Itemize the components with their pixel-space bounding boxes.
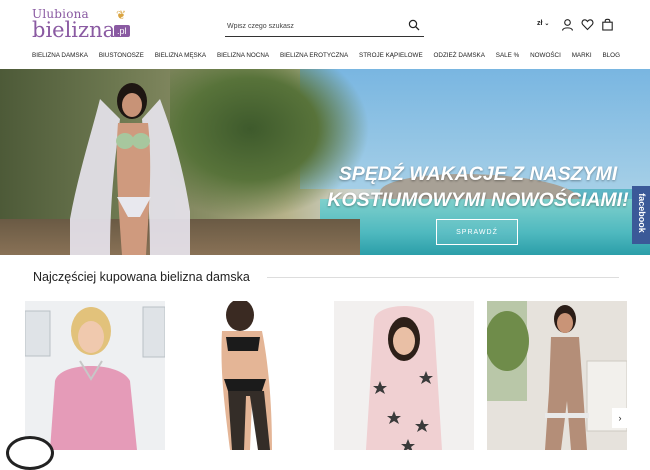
product-card[interactable] <box>25 301 165 450</box>
nav-odziez-damska[interactable]: ODZIEŻ DAMSKA <box>434 52 485 64</box>
product-image <box>366 306 442 450</box>
search-input[interactable] <box>227 18 397 34</box>
nav-nowosci[interactable]: NOWOŚCI <box>530 52 561 64</box>
search-bar <box>225 16 424 37</box>
nav-bielizna-nocna[interactable]: BIELIZNA NOCNA <box>217 52 269 64</box>
cookie-badge[interactable] <box>6 436 54 470</box>
chevron-right-icon: › <box>618 413 622 423</box>
chevron-down-icon: ⌄ <box>544 21 550 27</box>
banner-headline: SPĘDŹ WAKACJE Z NASZYMI KOSTIUMOWYMI NOW… <box>318 161 638 213</box>
product-image <box>25 306 165 450</box>
product-card[interactable] <box>487 301 627 450</box>
nav-stroje-kapielowe[interactable]: STROJE KĄPIELOWE <box>359 52 423 64</box>
nav-bielizna-erotyczna[interactable]: BIELIZNA EROTYCZNA <box>280 52 348 64</box>
carousel-next-button[interactable]: › <box>612 408 628 428</box>
product-image <box>221 301 272 450</box>
banner-headline-line2: KOSTIUMOWYMI NOWOŚCIAMI! <box>327 189 629 211</box>
facebook-label: facebook <box>637 193 647 233</box>
facebook-side-tab[interactable]: facebook <box>632 186 650 244</box>
hero-banner[interactable]: SPĘDŹ WAKACJE Z NASZYMI KOSTIUMOWYMI NOW… <box>0 69 650 255</box>
nav-sale[interactable]: SALE % <box>496 52 519 64</box>
section-divider <box>267 277 619 278</box>
currency-label: zł <box>537 20 543 27</box>
logo-main-text: bielizna <box>32 18 116 42</box>
search-icon[interactable] <box>408 19 420 31</box>
section-title: Najczęściej kupowana bielizna damska <box>33 270 250 284</box>
product-card[interactable] <box>334 301 474 450</box>
banner-model-image <box>70 83 190 255</box>
nav-marki[interactable]: MARKI <box>572 52 592 64</box>
nav-biustonosze[interactable]: BIUSTONOSZE <box>99 52 144 64</box>
banner-cta-button[interactable]: SPRAWDŹ <box>436 219 518 245</box>
logo-leaf-icon: ❦ <box>116 8 127 22</box>
site-logo[interactable]: Ulubiona ❦ bielizna .pl <box>32 7 132 43</box>
currency-selector[interactable]: zł ⌄ <box>537 20 549 27</box>
product-card[interactable] <box>180 301 320 450</box>
main-navigation: BIELIZNA DAMSKA BIUSTONOSZE BIELIZNA MĘS… <box>32 52 620 64</box>
nav-blog[interactable]: BLOG <box>602 52 620 64</box>
logo-tld: .pl <box>114 25 130 37</box>
product-image <box>487 301 627 450</box>
nav-bielizna-damska[interactable]: BIELIZNA DAMSKA <box>32 52 88 64</box>
bag-icon[interactable] <box>601 18 614 31</box>
nav-bielizna-meska[interactable]: BIELIZNA MĘSKA <box>155 52 206 64</box>
banner-headline-line1: SPĘDŹ WAKACJE Z NASZYMI <box>338 163 618 185</box>
heart-icon[interactable] <box>581 18 594 31</box>
user-icon[interactable] <box>561 18 574 31</box>
